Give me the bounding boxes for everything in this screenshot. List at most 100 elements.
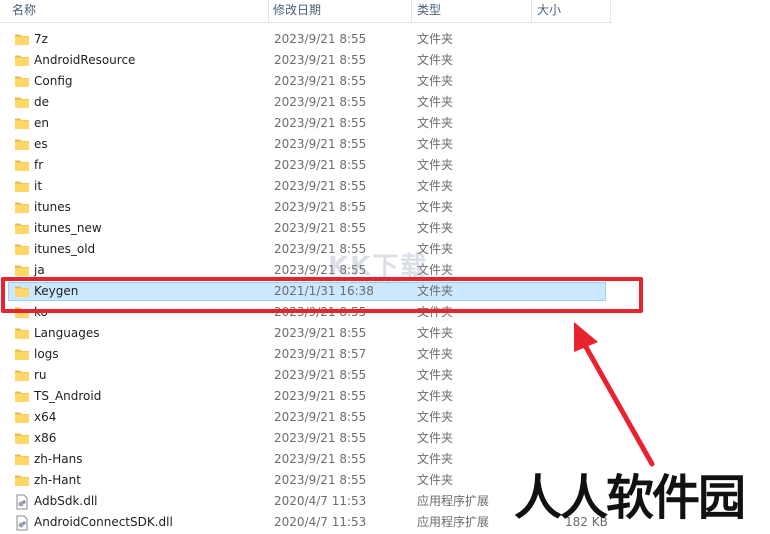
file-name: AndroidResource: [34, 53, 136, 67]
folder-icon: [14, 95, 30, 109]
list-item[interactable]: itunes_new 2023/9/21 8:55 文件夹: [0, 218, 770, 239]
list-item[interactable]: Config 2023/9/21 8:55 文件夹: [0, 71, 770, 92]
file-date: 2023/9/21 8:55: [274, 53, 367, 67]
file-date: 2023/9/21 8:55: [274, 431, 367, 445]
file-date: 2023/9/21 8:55: [274, 158, 367, 172]
folder-icon: [14, 263, 30, 277]
folder-icon: [14, 179, 30, 193]
file-type: 文件夹: [417, 431, 454, 445]
file-date: 2023/9/21 8:55: [274, 452, 367, 466]
file-name: zh-Hant: [34, 473, 81, 487]
file-type: 文件夹: [417, 452, 454, 466]
folder-icon: [14, 473, 30, 487]
folder-icon: [14, 116, 30, 130]
folder-icon: [14, 242, 30, 256]
folder-icon: [14, 221, 30, 235]
list-item[interactable]: itunes 2023/9/21 8:55 文件夹: [0, 197, 770, 218]
file-name: de: [34, 95, 49, 109]
file-type: 文件夹: [417, 74, 454, 88]
file-name: Config: [34, 74, 73, 88]
list-item[interactable]: en 2023/9/21 8:55 文件夹: [0, 113, 770, 134]
folder-icon: [14, 53, 30, 67]
file-type: 文件夹: [417, 473, 454, 487]
watermark-brand: 人人软件园: [514, 470, 746, 526]
file-type: 应用程序扩展: [417, 515, 490, 529]
folder-icon: [14, 431, 30, 445]
folder-icon: [14, 158, 30, 172]
file-type: 文件夹: [417, 410, 454, 424]
file-name: itunes_old: [34, 242, 96, 256]
folder-icon: [14, 347, 30, 361]
folder-icon: [14, 326, 30, 340]
folder-icon: [14, 137, 30, 151]
file-date: 2023/9/21 8:55: [274, 221, 367, 235]
dll-file-icon: [14, 515, 30, 531]
file-date: 2023/9/21 8:55: [274, 95, 367, 109]
folder-icon: [14, 368, 30, 382]
file-date: 2023/9/21 8:57: [274, 347, 367, 361]
file-type: 文件夹: [417, 53, 454, 67]
file-name: x86: [34, 431, 57, 445]
file-date: 2020/4/7 11:53: [274, 494, 367, 508]
file-date: 2023/9/21 8:55: [274, 137, 367, 151]
file-date: 2023/9/21 8:55: [274, 326, 367, 340]
list-item[interactable]: it 2023/9/21 8:55 文件夹: [0, 176, 770, 197]
file-type: 文件夹: [417, 389, 454, 403]
column-divider[interactable]: [531, 0, 532, 22]
file-size: [565, 239, 605, 260]
file-size: [565, 29, 605, 50]
file-size: [565, 92, 605, 113]
file-date: 2020/4/7 11:53: [274, 515, 367, 529]
file-name: Languages: [34, 326, 100, 340]
file-name: es: [34, 137, 48, 151]
file-size: [565, 218, 605, 239]
file-size: [565, 155, 605, 176]
column-divider[interactable]: [610, 0, 611, 22]
file-date: 2023/9/21 8:55: [274, 32, 367, 46]
column-header-bar: 名称 修改日期 类型 大小: [0, 0, 612, 23]
list-item[interactable]: de 2023/9/21 8:55 文件夹: [0, 92, 770, 113]
file-size: [565, 71, 605, 92]
file-name: 7z: [34, 32, 48, 46]
file-name: it: [34, 179, 43, 193]
file-size: [565, 176, 605, 197]
file-date: 2023/9/21 8:55: [274, 116, 367, 130]
column-header-name[interactable]: 名称: [12, 0, 262, 22]
column-divider[interactable]: [268, 0, 269, 22]
file-type: 文件夹: [417, 116, 454, 130]
list-item[interactable]: es 2023/9/21 8:55 文件夹: [0, 134, 770, 155]
column-divider[interactable]: [411, 0, 412, 22]
file-name: TS_Android: [34, 389, 102, 403]
file-type: 文件夹: [417, 137, 454, 151]
column-header-type[interactable]: 类型: [417, 0, 517, 22]
file-type: 文件夹: [417, 347, 454, 361]
column-header-date[interactable]: 修改日期: [273, 0, 403, 22]
file-date: 2023/9/21 8:55: [274, 473, 367, 487]
list-item[interactable]: fr 2023/9/21 8:55 文件夹: [0, 155, 770, 176]
file-type: 文件夹: [417, 221, 454, 235]
file-size: [565, 134, 605, 155]
folder-icon: [14, 452, 30, 466]
file-name: itunes: [34, 200, 71, 214]
file-name: zh-Hans: [34, 452, 83, 466]
folder-icon: [14, 410, 30, 424]
file-type: 应用程序扩展: [417, 494, 490, 508]
column-header-size[interactable]: 大小: [537, 0, 607, 22]
file-size: [565, 197, 605, 218]
file-type: 文件夹: [417, 158, 454, 172]
file-size: [565, 113, 605, 134]
file-date: 2023/9/21 8:55: [274, 410, 367, 424]
file-date: 2023/9/21 8:55: [274, 389, 367, 403]
file-date: 2023/9/21 8:55: [274, 74, 367, 88]
highlight-annotation-box: [1, 277, 643, 313]
file-date: 2023/9/21 8:55: [274, 179, 367, 193]
list-item[interactable]: AndroidResource 2023/9/21 8:55 文件夹: [0, 50, 770, 71]
file-date: 2023/9/21 8:55: [274, 368, 367, 382]
list-item[interactable]: 7z 2023/9/21 8:55 文件夹: [0, 29, 770, 50]
file-type: 文件夹: [417, 368, 454, 382]
file-type: 文件夹: [417, 179, 454, 193]
dll-file-icon: [14, 494, 30, 510]
file-size: [565, 50, 605, 71]
file-name: itunes_new: [34, 221, 102, 235]
file-name: en: [34, 116, 49, 130]
